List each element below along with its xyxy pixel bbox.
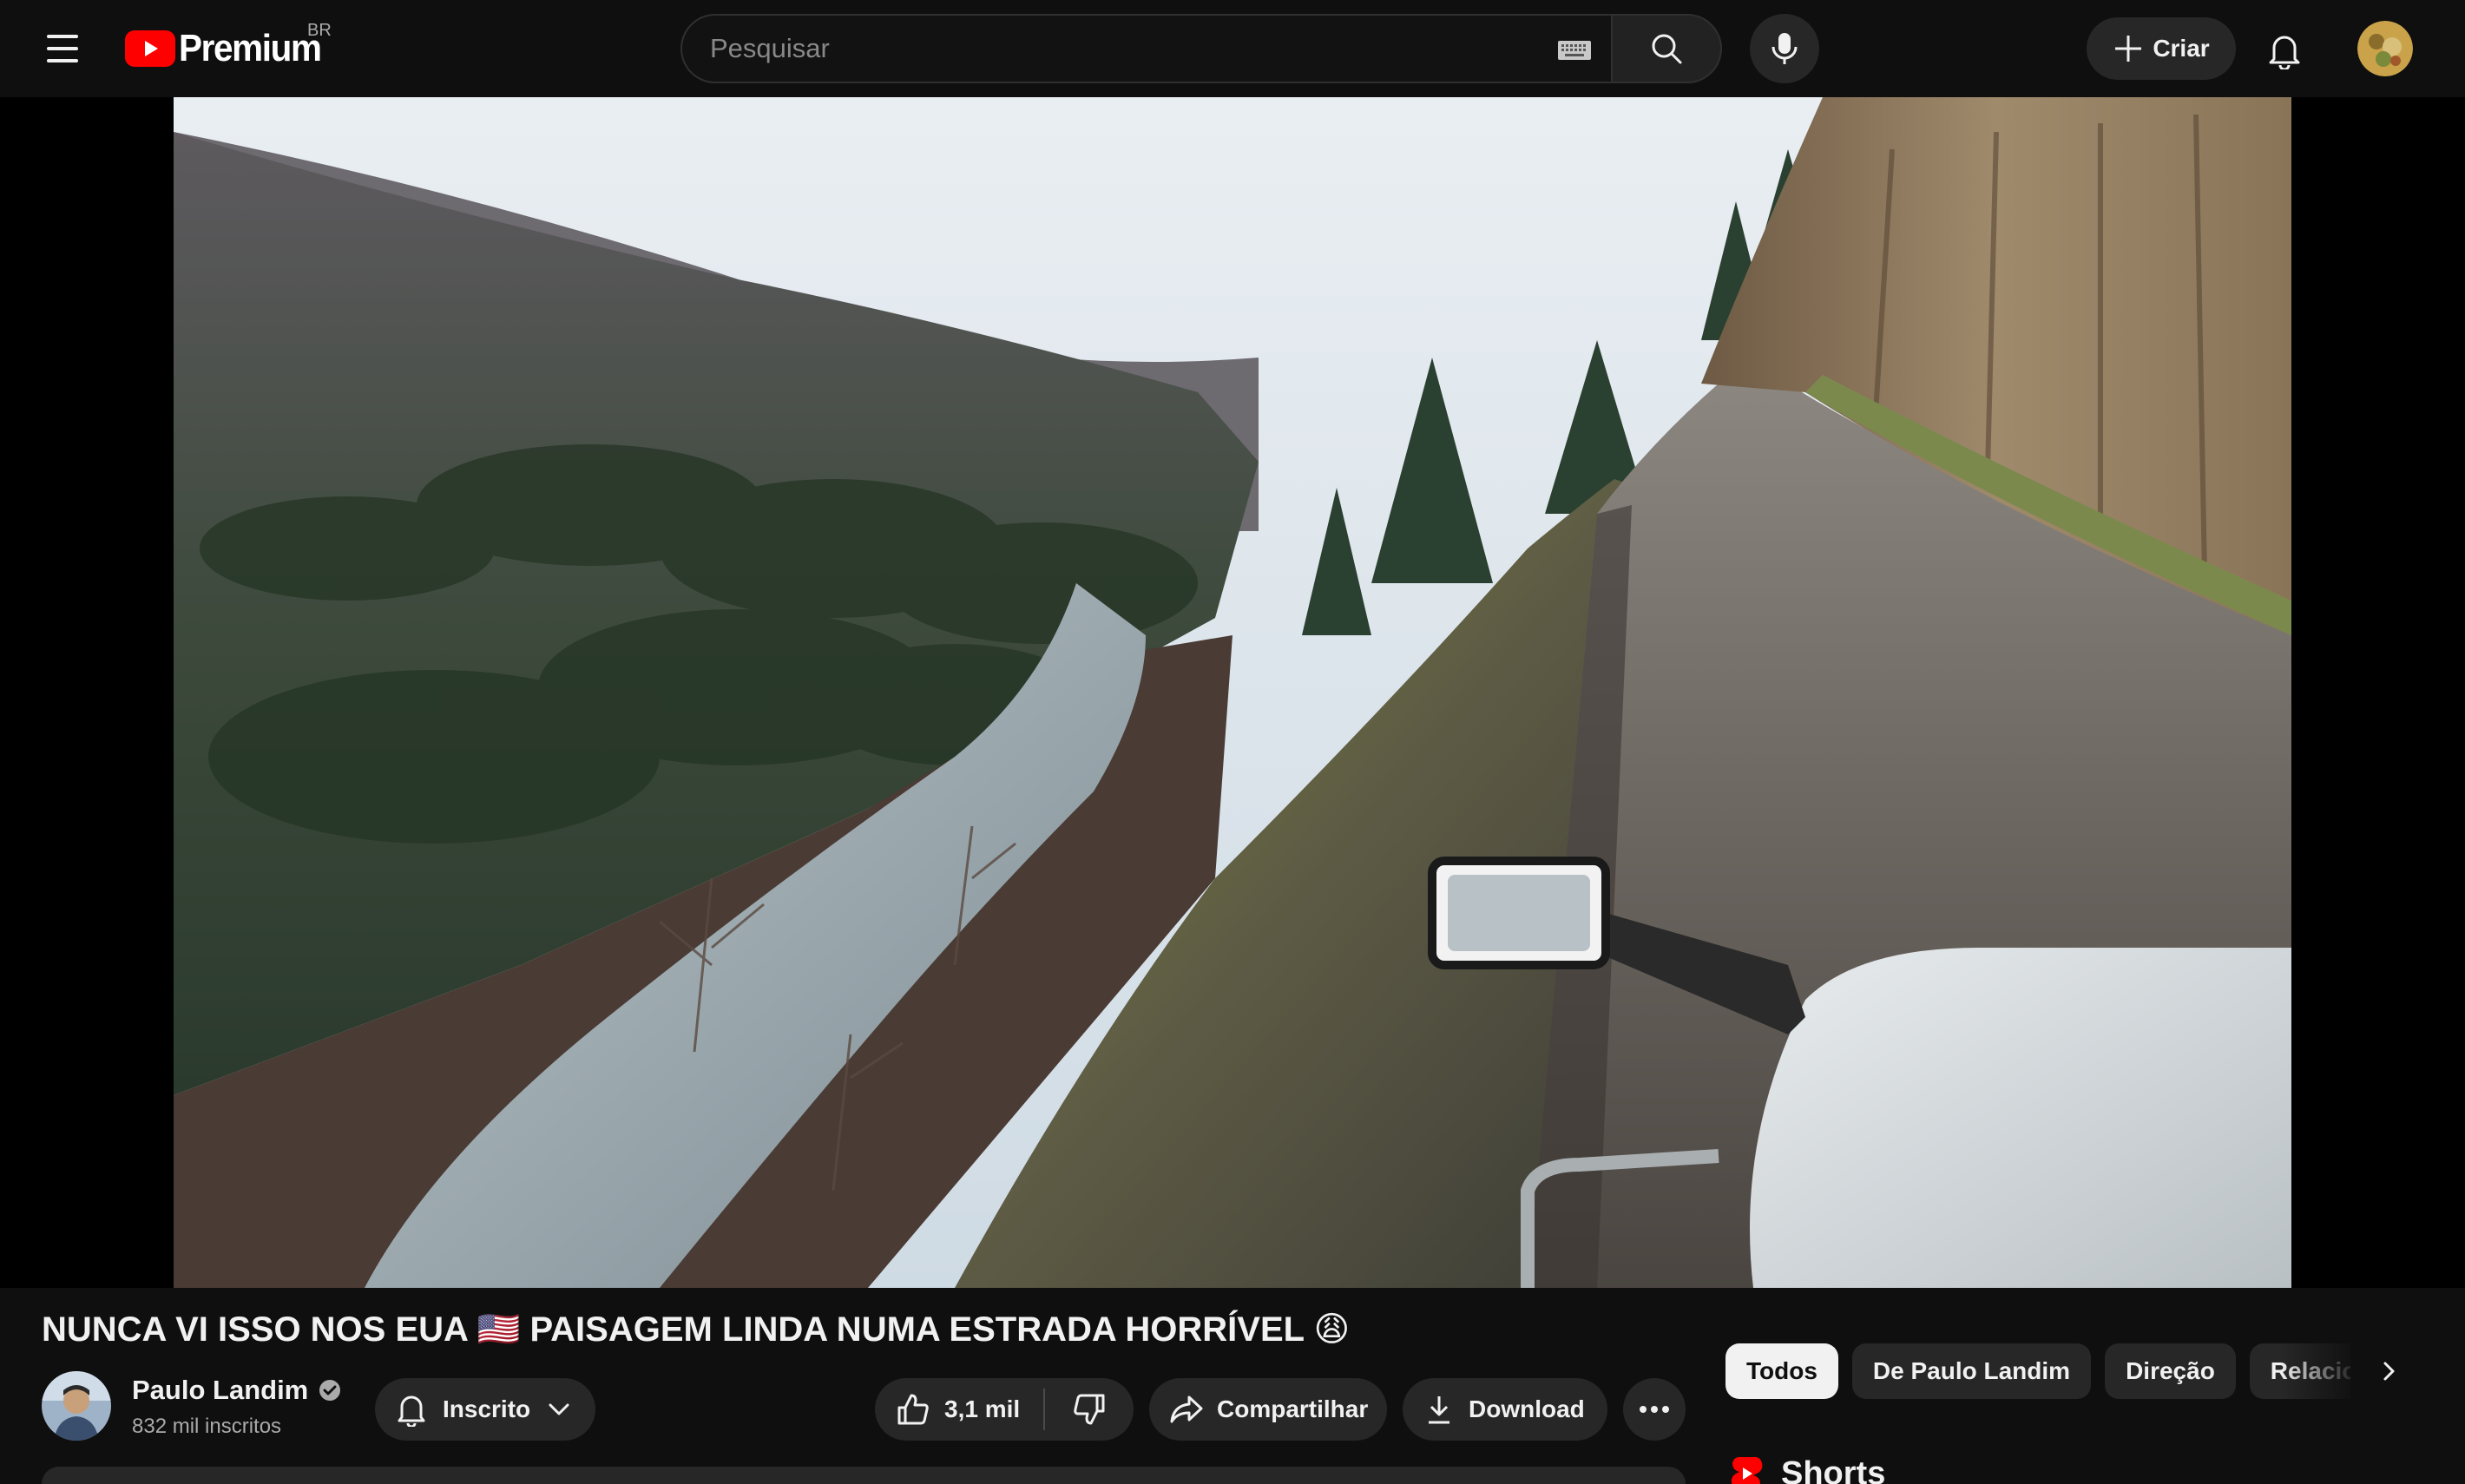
download-button[interactable]: Download [1403, 1378, 1607, 1441]
notifications-button[interactable] [2257, 23, 2312, 78]
youtube-play-icon [125, 30, 175, 67]
share-label: Compartilhar [1217, 1395, 1369, 1422]
description-box[interactable] [42, 1467, 1686, 1484]
thumbs-up-icon [897, 1394, 929, 1425]
channel-name-row: Paulo Landim [132, 1375, 341, 1406]
video-frame[interactable] [174, 97, 2291, 1288]
subscribed-button[interactable]: Inscrito [375, 1378, 595, 1441]
keyboard-icon[interactable] [1557, 40, 1592, 61]
download-label: Download [1469, 1395, 1585, 1422]
logo-text: Premium [179, 27, 322, 69]
bell-icon [398, 1395, 425, 1427]
voice-search-button[interactable] [1750, 14, 1819, 83]
shorts-title: Shorts [1781, 1454, 1886, 1484]
search-input[interactable] [710, 33, 1491, 64]
download-icon [1429, 1396, 1449, 1424]
video-player[interactable] [0, 97, 2465, 1288]
shorts-icon [1731, 1456, 1763, 1484]
video-title: NUNCA VI ISSO NOS EUA 🇺🇸 PAISAGEM LINDA … [42, 1310, 1351, 1349]
chip-de-paulo-landim[interactable]: De Paulo Landim [1851, 1343, 2092, 1399]
search-bar [680, 14, 1722, 83]
create-label: Criar [2153, 35, 2210, 62]
masthead: Premium BR Pesquisar Criar [0, 0, 2465, 97]
youtube-premium-logo[interactable]: Premium BR [125, 21, 333, 71]
thumbs-down-icon [1074, 1394, 1105, 1425]
chip-direcao[interactable]: Direção [2105, 1343, 2236, 1399]
verified-badge-icon [319, 1380, 341, 1401]
chips-next-button[interactable] [2361, 1343, 2416, 1399]
create-button[interactable]: Criar [2087, 17, 2236, 80]
country-code: BR [307, 21, 332, 40]
share-icon [1170, 1395, 1203, 1423]
more-actions-button[interactable] [1623, 1378, 1686, 1441]
channel-name[interactable]: Paulo Landim [132, 1375, 308, 1406]
like-count: 3,1 mil [944, 1395, 1021, 1422]
subscriber-count: 832 mil inscritos [132, 1415, 282, 1438]
bell-icon [2269, 36, 2300, 69]
subscribed-label: Inscrito [443, 1395, 531, 1422]
account-avatar[interactable] [2357, 21, 2413, 76]
more-horizontal-icon [1640, 1406, 1669, 1413]
microphone-icon [1772, 33, 1798, 64]
search-box [680, 14, 1611, 83]
chip-todos[interactable]: Todos [1726, 1343, 1838, 1399]
chip-relacionados[interactable]: Relacionados [2249, 1343, 2350, 1399]
related-filter-chips: Todos De Paulo Landim Direção Relacionad… [1726, 1343, 2350, 1399]
dislike-button[interactable] [1045, 1378, 1134, 1441]
plus-icon [2115, 36, 2142, 62]
share-button[interactable]: Compartilhar [1149, 1378, 1387, 1441]
chevron-down-icon [549, 1403, 569, 1415]
chevron-right-icon [2383, 1362, 2395, 1381]
like-dislike-group: 3,1 mil [875, 1378, 1134, 1441]
channel-avatar[interactable] [42, 1371, 111, 1441]
search-icon [1652, 34, 1682, 64]
search-button[interactable] [1611, 14, 1722, 83]
menu-icon[interactable] [35, 28, 90, 69]
like-button[interactable]: 3,1 mil [875, 1378, 1043, 1441]
shorts-shelf-header: Shorts [1729, 1454, 1885, 1484]
